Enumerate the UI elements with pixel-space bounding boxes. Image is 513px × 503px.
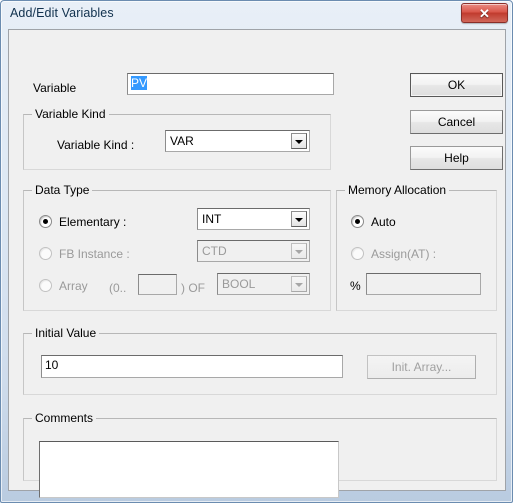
chevron-down-icon[interactable] (291, 243, 307, 259)
elementary-type-value: INT (202, 212, 222, 226)
close-icon: ✕ (479, 5, 490, 21)
init-array-button[interactable]: Init. Array... (367, 355, 476, 379)
elementary-label: Elementary : (59, 215, 127, 229)
radio-array[interactable] (39, 279, 52, 292)
cancel-button[interactable]: Cancel (410, 110, 503, 134)
help-button[interactable]: Help (410, 146, 503, 170)
data-type-group-title: Data Type (32, 183, 93, 197)
dialog-window: Add/Edit Variables ✕ Variable PV OK Canc… (0, 0, 513, 503)
initial-value-input[interactable]: 10 (41, 355, 343, 378)
percent-label: % (350, 279, 361, 293)
array-upper-bound-input[interactable] (138, 274, 177, 295)
fb-instance-combo[interactable]: CTD (197, 240, 310, 262)
fb-instance-value: CTD (202, 244, 227, 258)
chevron-down-icon[interactable] (291, 211, 307, 227)
comments-group-title: Comments (32, 411, 97, 425)
radio-memory-auto[interactable] (351, 215, 364, 228)
fb-instance-label: FB Instance : (59, 247, 130, 261)
close-button[interactable]: ✕ (461, 3, 508, 23)
array-element-type-value: BOOL (222, 277, 256, 291)
title-bar[interactable]: Add/Edit Variables ✕ (1, 1, 512, 29)
variable-name-input[interactable]: PV (127, 73, 334, 95)
chevron-down-icon[interactable] (291, 276, 307, 292)
elementary-type-combo[interactable]: INT (197, 208, 310, 230)
radio-fb-instance[interactable] (39, 247, 52, 260)
comments-input[interactable] (39, 441, 339, 498)
variable-name-value: PV (131, 76, 148, 90)
chevron-down-icon[interactable] (291, 133, 307, 149)
radio-elementary[interactable] (39, 215, 52, 228)
variable-label: Variable (33, 81, 77, 95)
variable-kind-label: Variable Kind : (57, 138, 135, 152)
array-range-prefix-label: (0.. (109, 281, 127, 295)
array-range-suffix-label: ) OF (181, 281, 205, 295)
dialog-client-area: Variable PV OK Cancel Help Variable Kind… (8, 29, 506, 498)
array-label: Array (59, 279, 88, 293)
variable-kind-group-title: Variable Kind (32, 107, 109, 121)
initial-value-group-title: Initial Value (32, 326, 100, 340)
variable-kind-combo[interactable]: VAR (165, 130, 310, 152)
ok-button[interactable]: OK (410, 73, 503, 97)
radio-memory-assign-at[interactable] (351, 247, 364, 260)
memory-address-input[interactable] (366, 273, 481, 295)
window-title: Add/Edit Variables (10, 6, 114, 20)
memory-assign-at-label: Assign(AT) : (371, 247, 437, 261)
memory-allocation-group-title: Memory Allocation (345, 183, 450, 197)
memory-auto-label: Auto (371, 215, 396, 229)
variable-kind-value: VAR (170, 134, 194, 148)
array-element-type-combo[interactable]: BOOL (217, 273, 310, 295)
